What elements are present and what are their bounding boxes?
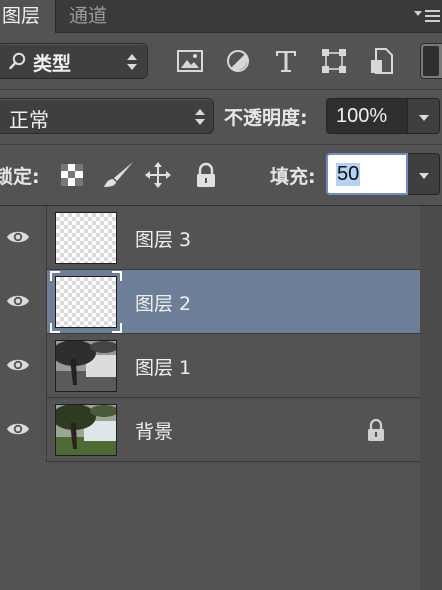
selection-corner [50, 323, 60, 333]
search-icon [9, 52, 26, 70]
filter-kind-label: 类型 [33, 53, 72, 75]
visibility-cell[interactable] [0, 270, 47, 334]
layer-row-selected[interactable]: 图层 2 [0, 270, 420, 334]
lock-transparent-pixels-icon[interactable] [58, 161, 86, 189]
image-filter-icon[interactable] [176, 47, 204, 75]
opacity-input[interactable]: 100% [326, 98, 408, 134]
tab-channels[interactable]: 通道 [61, 0, 115, 33]
layer-thumbnail[interactable] [55, 340, 117, 392]
tab-layers[interactable]: 图层 [0, 0, 56, 33]
lock-position-icon[interactable] [144, 161, 172, 189]
blend-mode-value: 正常 [9, 108, 49, 132]
eye-icon[interactable] [6, 293, 30, 309]
layer-thumbnail[interactable] [55, 276, 117, 328]
layer-name[interactable]: 背景 [135, 417, 173, 444]
fill-value: 50 [336, 163, 361, 186]
layers-list: 图层 3 图层 2 图层 1 背景 [0, 206, 442, 590]
layer-name[interactable]: 图层 2 [135, 289, 191, 316]
layer-thumbnail[interactable] [55, 404, 117, 456]
opacity-dropdown-button[interactable] [408, 98, 440, 134]
panel-menu-icon[interactable] [414, 7, 440, 25]
type-filter-icon[interactable] [272, 47, 300, 75]
lock-image-pixels-icon[interactable] [100, 161, 134, 189]
filter-kind-select[interactable]: 类型 [0, 43, 148, 79]
layer-row[interactable]: 图层 1 [0, 334, 420, 398]
blend-mode-row: 正常 不透明度: 100% [0, 90, 442, 145]
chevron-down-icon [419, 115, 429, 121]
layers-empty-area[interactable] [0, 464, 420, 590]
scrollbar-track[interactable] [420, 206, 442, 590]
shape-filter-icon[interactable] [320, 47, 348, 75]
blend-mode-select[interactable]: 正常 [0, 98, 214, 134]
layer-row[interactable]: 图层 3 [0, 206, 420, 270]
adjustment-filter-icon[interactable] [224, 47, 252, 75]
eye-icon[interactable] [6, 229, 30, 245]
eye-icon[interactable] [6, 357, 30, 373]
eye-icon[interactable] [6, 421, 30, 437]
visibility-cell[interactable] [0, 334, 47, 398]
fill-label: 填充: [270, 166, 316, 188]
layer-thumbnail[interactable] [55, 212, 117, 264]
opacity-value: 100% [336, 105, 388, 127]
layer-name[interactable]: 图层 1 [135, 353, 191, 380]
chevron-down-icon [419, 173, 429, 179]
fill-input[interactable]: 50 [326, 153, 408, 195]
layer-row[interactable]: 背景 [0, 398, 420, 462]
fill-dropdown-button[interactable] [408, 153, 440, 195]
panel-tab-bar: 图层 通道 [0, 0, 442, 33]
filter-toggle-switch[interactable] [420, 43, 442, 79]
selection-corner [50, 271, 60, 281]
select-arrows-icon [127, 54, 137, 70]
visibility-cell[interactable] [0, 206, 47, 270]
layer-filter-row: 类型 [0, 33, 442, 90]
visibility-cell[interactable] [0, 398, 47, 462]
color-photo-image [56, 405, 116, 455]
lock-fill-row: 锁定: 填充: 50 [0, 145, 442, 206]
selection-corner [112, 271, 122, 281]
lock-icon [368, 418, 384, 441]
lock-label: 锁定: [0, 166, 40, 188]
select-arrows-icon [195, 109, 205, 125]
opacity-label: 不透明度: [224, 107, 308, 129]
grayscale-photo-image [56, 341, 116, 391]
lock-all-icon[interactable] [192, 161, 220, 189]
layer-name[interactable]: 图层 3 [135, 225, 191, 252]
selection-corner [112, 323, 122, 333]
smart-object-filter-icon[interactable] [368, 47, 396, 75]
